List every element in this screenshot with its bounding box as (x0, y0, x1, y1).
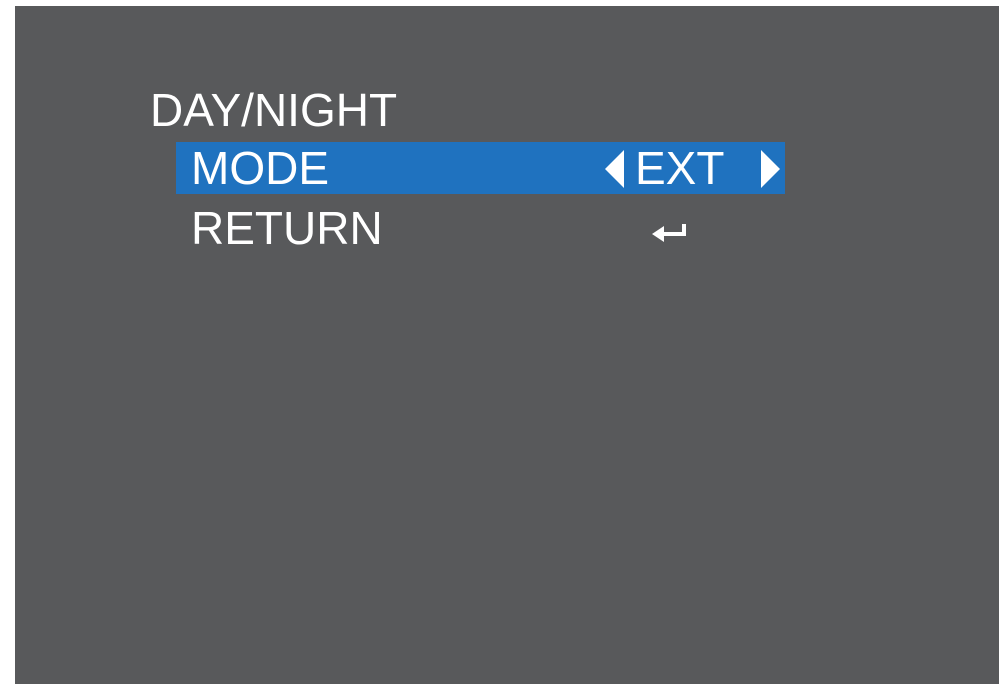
osd-screen: DAY/NIGHT MODE EXT RETURN (15, 6, 999, 684)
menu-item-mode-label: MODE (191, 142, 329, 194)
menu-title: DAY/NIGHT (150, 84, 398, 136)
enter-return-icon (652, 224, 686, 242)
menu-item-return[interactable]: RETURN (176, 202, 785, 254)
menu-item-return-label: RETURN (191, 202, 383, 254)
menu-item-mode[interactable]: MODE EXT (176, 142, 785, 194)
caret-left-icon[interactable] (605, 150, 624, 188)
caret-right-icon[interactable] (761, 150, 780, 188)
mode-value: EXT (635, 142, 725, 194)
mode-value-selector[interactable]: EXT (605, 142, 785, 194)
